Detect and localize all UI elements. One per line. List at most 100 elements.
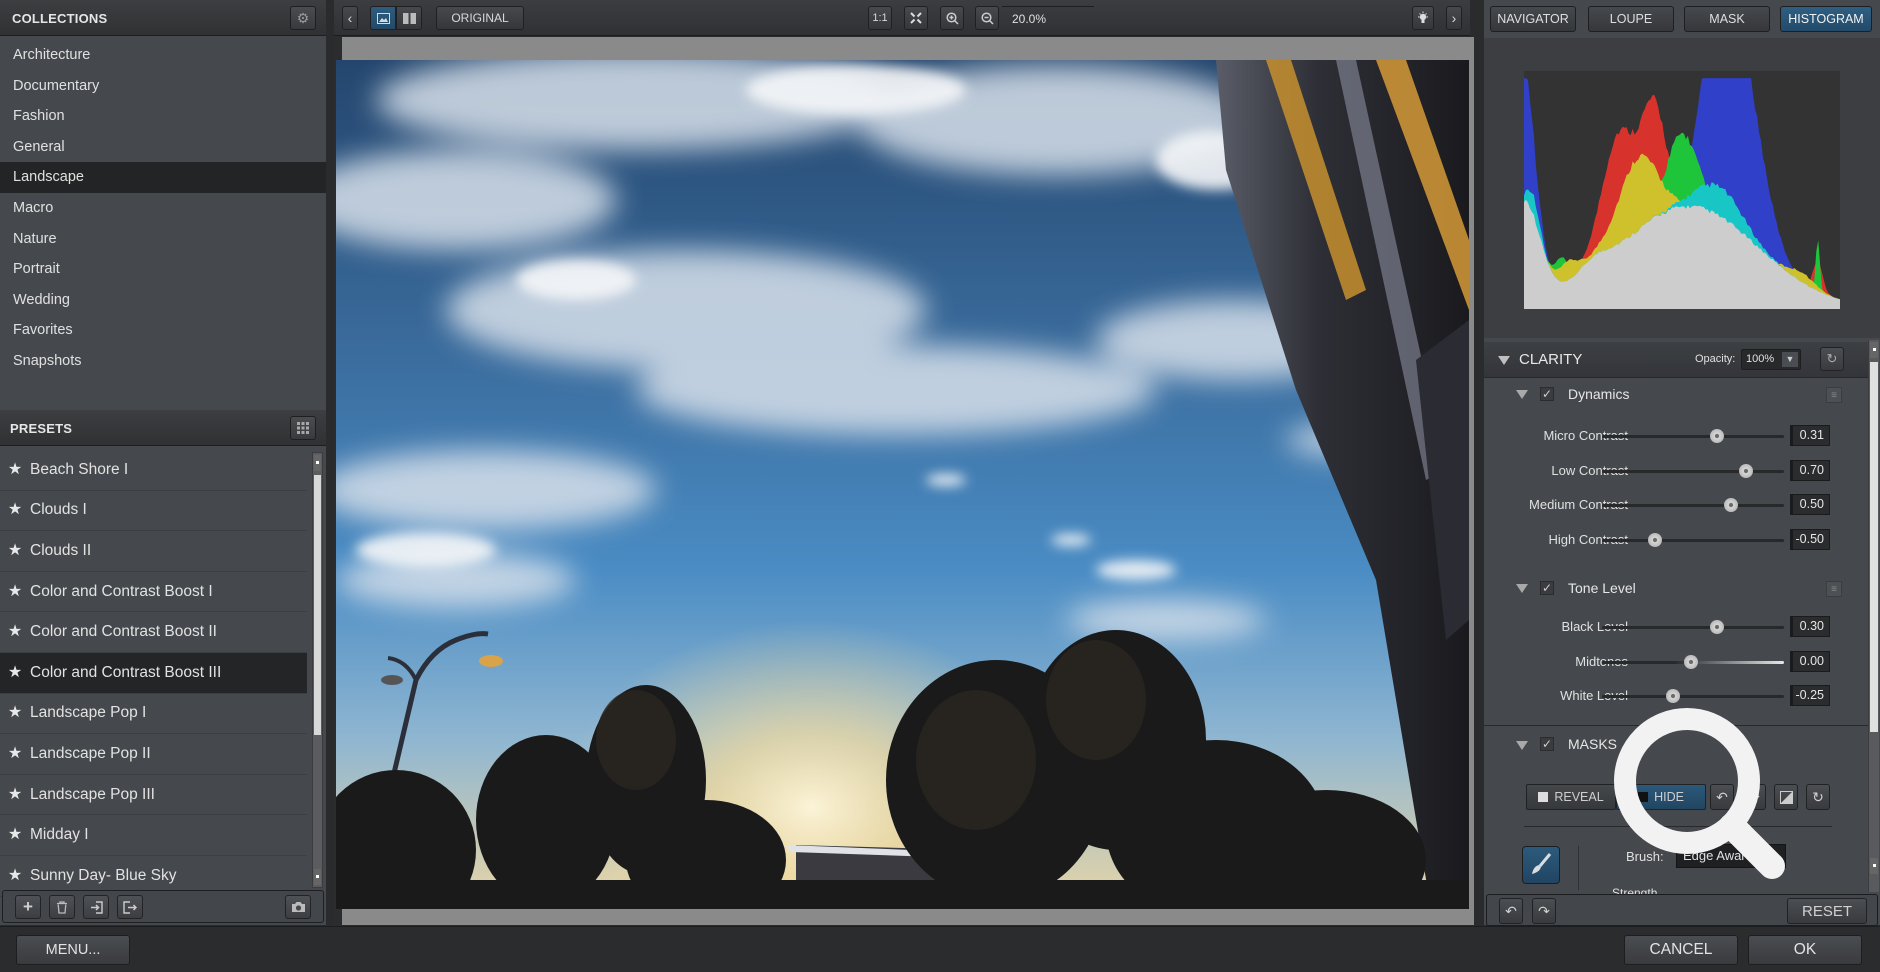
slider-knob[interactable]: [1738, 463, 1753, 478]
adjust-icon[interactable]: ≡: [1826, 581, 1842, 597]
tab-histogram[interactable]: HISTOGRAM: [1780, 6, 1872, 32]
slider-knob[interactable]: [1724, 498, 1739, 512]
masks-checkbox[interactable]: ✓: [1540, 737, 1554, 751]
slider-track[interactable]: [1602, 695, 1784, 698]
collection-item[interactable]: Documentary: [0, 71, 326, 102]
tab-navigator[interactable]: NAVIGATOR: [1490, 6, 1576, 32]
import-preset-button[interactable]: [83, 895, 109, 919]
reset-filter-button[interactable]: ↻: [1820, 347, 1844, 371]
collection-item[interactable]: Snapshots: [0, 346, 326, 377]
reveal-button[interactable]: REVEAL: [1526, 784, 1616, 810]
preset-item[interactable]: ★ Midday I: [0, 815, 307, 856]
slider-track[interactable]: [1602, 626, 1784, 629]
star-icon[interactable]: ★: [0, 491, 30, 529]
star-icon[interactable]: ★: [0, 694, 30, 732]
star-icon[interactable]: ★: [0, 451, 30, 489]
redo-button[interactable]: ↷: [1532, 898, 1556, 924]
single-view-button[interactable]: [370, 6, 396, 30]
tone-level-checkbox[interactable]: ✓: [1540, 581, 1554, 595]
one-to-one-button[interactable]: 1:1: [868, 6, 892, 30]
preset-item[interactable]: ★ Clouds II: [0, 531, 307, 572]
collection-item[interactable]: Fashion: [0, 101, 326, 132]
preset-item[interactable]: ★ Color and Contrast Boost I: [0, 572, 307, 613]
undo-button[interactable]: ↶: [1499, 898, 1523, 924]
slider-value-input[interactable]: -0.25: [1790, 685, 1830, 706]
slider-knob[interactable]: [1684, 654, 1699, 669]
add-preset-button[interactable]: +: [15, 895, 41, 919]
clear-mask-button[interactable]: ↻: [1806, 784, 1830, 810]
original-button[interactable]: ORIGINAL: [436, 6, 524, 30]
slider-track[interactable]: [1602, 504, 1784, 507]
preset-item[interactable]: ★ Color and Contrast Boost III: [0, 652, 307, 694]
collection-item[interactable]: Architecture: [0, 40, 326, 71]
delete-preset-button[interactable]: [49, 895, 75, 919]
brush-tool-button[interactable]: [1522, 846, 1560, 884]
collection-item[interactable]: Favorites: [0, 315, 326, 346]
preset-item[interactable]: ★ Clouds I: [0, 491, 307, 532]
collection-item[interactable]: General: [0, 132, 326, 163]
slider-knob[interactable]: [1665, 689, 1680, 703]
star-icon[interactable]: ★: [0, 816, 30, 854]
collapse-right-panel-button[interactable]: ›: [1446, 6, 1462, 30]
opacity-select[interactable]: 100% ▼: [1741, 349, 1801, 370]
star-icon[interactable]: ★: [0, 532, 30, 570]
presets-scrollbar[interactable]: [312, 452, 323, 888]
scroll-up-arrow[interactable]: [314, 455, 321, 471]
collection-item[interactable]: Wedding: [0, 285, 326, 316]
collection-item[interactable]: Portrait: [0, 254, 326, 285]
scrollbar-thumb[interactable]: [1870, 362, 1878, 732]
reset-button[interactable]: RESET: [1787, 898, 1867, 924]
scrollbar-thumb[interactable]: [314, 475, 321, 735]
fit-to-screen-button[interactable]: [904, 6, 928, 30]
cancel-button[interactable]: CANCEL: [1624, 935, 1738, 965]
scroll-up-arrow[interactable]: [1870, 342, 1878, 358]
background-brightness-button[interactable]: [1412, 6, 1434, 30]
slider-value-input[interactable]: -0.50: [1790, 528, 1830, 550]
slider-knob[interactable]: [1709, 620, 1724, 634]
slider-value-input[interactable]: 0.70: [1790, 459, 1830, 481]
zoom-out-button[interactable]: [975, 6, 999, 30]
adjust-icon[interactable]: ≡: [1826, 387, 1842, 403]
collection-item[interactable]: Macro: [0, 193, 326, 224]
collapse-triangle-icon[interactable]: [1498, 356, 1510, 365]
slider-track[interactable]: [1602, 435, 1784, 438]
scroll-down-arrow[interactable]: [314, 869, 321, 885]
menu-button[interactable]: MENU...: [16, 935, 130, 965]
star-icon[interactable]: ★: [0, 573, 30, 611]
collapse-left-panel-button[interactable]: ‹: [342, 6, 358, 30]
preset-item[interactable]: ★ Beach Shore I: [0, 450, 307, 491]
preset-item[interactable]: ★ Landscape Pop II: [0, 734, 307, 775]
ok-button[interactable]: OK: [1748, 935, 1862, 965]
tab-mask[interactable]: MASK: [1684, 6, 1770, 32]
preview-image[interactable]: [336, 60, 1469, 909]
export-preset-button[interactable]: [117, 895, 143, 919]
preset-item[interactable]: ★ Landscape Pop III: [0, 775, 307, 816]
collapse-triangle-icon[interactable]: [1516, 741, 1528, 750]
star-icon[interactable]: ★: [0, 654, 30, 692]
dynamics-checkbox[interactable]: ✓: [1540, 387, 1554, 401]
preset-item[interactable]: ★ Color and Contrast Boost II: [0, 612, 307, 653]
collapse-triangle-icon[interactable]: [1516, 390, 1528, 399]
slider-track[interactable]: [1602, 469, 1784, 473]
presets-grid-view-button[interactable]: [290, 416, 316, 440]
star-icon[interactable]: ★: [0, 776, 30, 814]
preset-item[interactable]: ★ Landscape Pop I: [0, 694, 307, 735]
clarity-header[interactable]: CLARITY Opacity: 100% ▼ ↻: [1484, 342, 1868, 378]
star-icon[interactable]: ★: [0, 735, 30, 773]
collection-item[interactable]: Landscape: [0, 162, 326, 193]
slider-value-input[interactable]: 0.30: [1790, 616, 1830, 637]
snapshot-button[interactable]: [285, 895, 311, 919]
star-icon[interactable]: ★: [0, 613, 30, 651]
slider-knob[interactable]: [1647, 532, 1662, 547]
slider-value-input[interactable]: 0.00: [1790, 650, 1830, 672]
zoom-in-button[interactable]: [940, 6, 964, 30]
collections-settings-button[interactable]: ⚙: [290, 6, 316, 30]
slider-knob[interactable]: [1709, 429, 1724, 443]
slider-track[interactable]: [1602, 538, 1784, 542]
tab-loupe[interactable]: LOUPE: [1588, 6, 1674, 32]
scroll-down-arrow[interactable]: [1870, 858, 1878, 874]
collapse-triangle-icon[interactable]: [1516, 584, 1528, 593]
zoom-level-field[interactable]: 20.0%: [1002, 6, 1094, 30]
slider-value-input[interactable]: 0.31: [1790, 425, 1830, 446]
collection-item[interactable]: Nature: [0, 224, 326, 255]
